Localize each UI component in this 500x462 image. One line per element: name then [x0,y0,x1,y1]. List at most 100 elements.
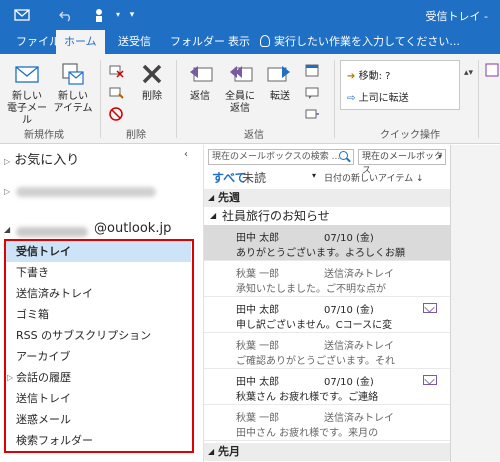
reply-envelope-icon [423,375,437,385]
redacted-account [16,187,156,197]
mail-snippet: 田中さん お疲れ様です。来月の [236,428,379,439]
mail-item[interactable]: 秋葉 一郎 送信済みトレイ 承知いたしました。ご不明な点が [204,261,450,297]
outlook-app-icon [14,7,30,23]
reply-all-label: 全員に 返信 [225,91,255,114]
collapse-icon: ◢ [208,193,215,202]
junk-icon[interactable] [108,106,124,122]
folder-outbox[interactable]: 送信トレイ [6,388,191,409]
folder-archive[interactable]: アーカイブ [6,346,191,367]
meeting-icon[interactable] [304,62,320,78]
forward-to-manager-icon: ⇨ [347,93,356,104]
mail-item[interactable]: 田中 太郎 07/10 (金) ありがとうございます。よろしくお願 [204,225,450,261]
mail-snippet: 承知いたしました。ご不明な点が [236,284,386,295]
folder-drafts[interactable]: 下書き [6,262,191,283]
ribbon-home: 新しい 電子メール 新しい アイテム 削除 返信 全員に 返信 転送 ➔ 移動:… [0,54,500,144]
reply-all-button[interactable]: 全員に 返信 [222,60,258,115]
im-icon[interactable] [304,84,320,100]
folder-deleted[interactable]: ゴミ箱 [6,304,191,325]
group-separator [334,60,335,138]
group-label-delete: 削除 [126,130,146,141]
search-scope-dropdown[interactable]: 現在のメールボックス ▾ [358,149,446,176]
ribbon-overflow-icon[interactable] [484,62,500,78]
tab-home[interactable]: ホーム [56,30,105,54]
favorites-header[interactable]: ▷ お気に入り [4,149,79,168]
quick-step-to-manager-label: 上司に転送 [358,93,409,104]
new-items-label: 新しい アイテム [53,91,93,114]
collapse-icon: ◢ [210,211,217,220]
expand-icon[interactable]: ▷ [4,187,10,196]
forward-icon [266,60,294,88]
tab-view[interactable]: 表示 [220,30,258,54]
sort-order[interactable]: 日付の新しいアイテム ↓ [324,171,424,184]
group-separator [100,60,101,138]
mail-item[interactable]: 田中 太郎 07/10 (金) 秋葉さん お疲れ様です。ご連絡 [204,369,450,405]
quick-steps-gallery[interactable]: ➔ 移動: ? ⇨ 上司に転送 [340,60,460,110]
account-name[interactable]: @outlook.jp [94,221,171,236]
folder-list: 受信トレイ 下書き 送信済みトレイ ゴミ箱 RSS のサブスクリプション アーカ… [4,239,194,453]
mail-date: 07/10 (金) [324,233,374,244]
reply-button[interactable]: 返信 [182,60,218,103]
group-header-last-week[interactable]: ◢ 先週 [204,189,450,207]
expand-icon[interactable]: ▷ [7,367,13,388]
touch-mode-icon[interactable] [92,7,108,23]
collapse-account-icon[interactable]: ◢ [4,225,10,234]
mail-sender: 田中 太郎 [236,233,280,244]
new-email-label: 新しい 電子メール [7,91,47,126]
group-separator [176,60,177,138]
new-items-button[interactable]: 新しい アイテム [50,60,96,115]
mail-sender: 田中 太郎 [236,377,280,388]
forward-label: 転送 [270,91,290,102]
folder-search[interactable]: 検索フォルダー [6,430,191,451]
tell-me-text: 実行したい作業を入力してください... [274,35,460,48]
mail-sender: 秋葉 一郎 [236,413,280,424]
new-email-icon [13,60,41,88]
reply-all-icon [226,60,254,88]
group-separator [478,60,479,138]
delete-x-icon [138,60,166,88]
search-icon[interactable] [339,151,348,160]
folder-sent[interactable]: 送信済みトレイ [6,283,191,304]
quick-steps-scroll-icon[interactable]: ▴▾ [464,68,473,78]
favorites-label: お気に入り [14,153,80,168]
customize-toolbar-icon[interactable]: ▾ [124,7,140,23]
chevron-down-icon[interactable]: ▾ [312,171,316,180]
quick-step-move[interactable]: ➔ 移動: ? [347,67,390,82]
new-items-icon [59,60,87,88]
lightbulb-icon [260,35,270,47]
cleanup-icon[interactable] [108,84,124,100]
mail-folder: 送信済みトレイ [324,341,394,352]
quick-step-move-label: 移動: ? [358,71,391,82]
mail-snippet: ご確認ありがとうございます。それ [236,356,395,367]
folder-junk[interactable]: 迷惑メール [6,409,191,430]
tab-send-receive[interactable]: 送受信 [110,30,159,54]
filter-unread[interactable]: 未読 [242,169,266,186]
delete-button[interactable]: 削除 [134,60,170,103]
new-email-button[interactable]: 新しい 電子メール [4,60,50,127]
mail-snippet: 秋葉さん お疲れ様です。ご連絡 [236,392,379,403]
mail-item[interactable]: 秋葉 一郎 送信済みトレイ 田中さん お疲れ様です。来月の [204,405,450,441]
tell-me-box[interactable]: 実行したい作業を入力してください... [260,30,460,54]
search-input[interactable]: 現在のメールボックスの検索 ... [208,149,354,165]
more-respond-icon[interactable] [304,106,320,122]
mail-snippet: ありがとうございます。よろしくお願 [236,248,405,259]
group-header-last-month[interactable]: ◢ 先月 [204,443,450,461]
quick-step-to-manager[interactable]: ⇨ 上司に転送 [347,89,409,104]
collapse-pane-icon[interactable]: ‹ [184,149,188,160]
move-arrow-icon: ➔ [347,71,356,82]
folder-conversation-history[interactable]: ▷ 会話の履歴 [6,367,191,388]
conversation-header[interactable]: ◢ 社員旅行のお知らせ [204,207,450,225]
mail-folder: 送信済みトレイ [324,269,394,280]
folder-rss[interactable]: RSS のサブスクリプション [6,325,191,346]
undo-icon[interactable] [58,7,74,23]
group-label-new: 新規作成 [24,130,64,141]
title-bar: ▾ ▾ 受信トレイ - [0,0,500,30]
mail-folder: 送信済みトレイ [324,413,394,424]
folder-inbox[interactable]: 受信トレイ [6,241,191,262]
mail-item[interactable]: 田中 太郎 07/10 (金) 申し訳ございません。Cコースに変 [204,297,450,333]
mail-item[interactable]: 秋葉 一郎 送信済みトレイ ご確認ありがとうございます。それ [204,333,450,369]
group-header-label: 先月 [218,445,240,458]
message-list-pane: 現在のメールボックスの検索 ... 現在のメールボックス ▾ すべて 未読 ▾ … [203,145,450,462]
ignore-icon[interactable] [108,62,124,78]
forward-button[interactable]: 転送 [262,60,298,103]
delete-label: 削除 [142,91,162,102]
